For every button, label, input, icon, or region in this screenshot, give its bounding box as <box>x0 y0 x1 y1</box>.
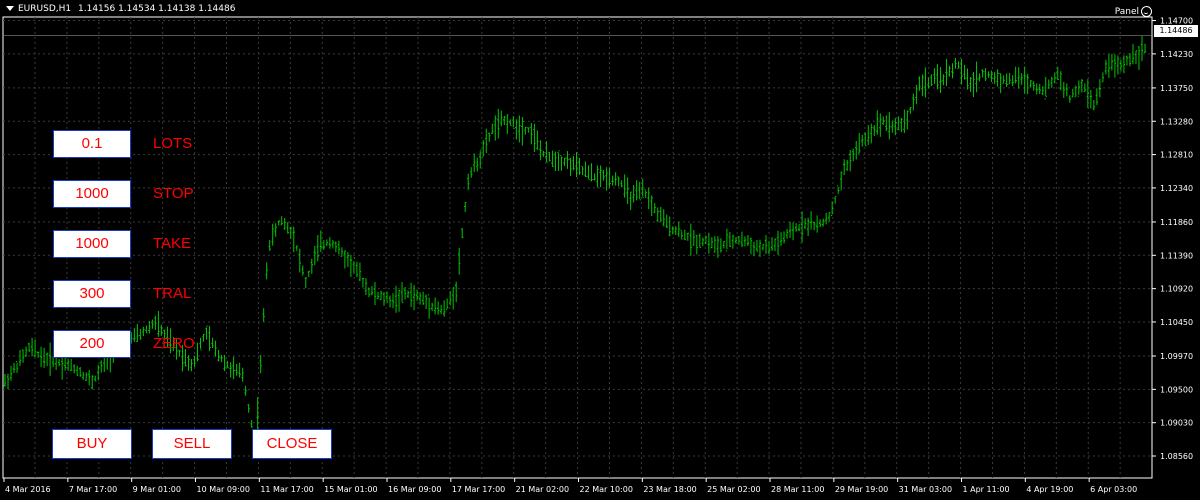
y-tick-label: 1.10920 <box>1160 285 1193 294</box>
current-price-marker: 1.14486 <box>1154 25 1198 37</box>
smiley-icon <box>1141 6 1152 17</box>
take-input[interactable]: 1000 <box>53 230 131 258</box>
lots-label: LOTS <box>153 135 193 152</box>
panel-indicator[interactable]: Panel <box>1115 6 1152 17</box>
x-tick-label: 6 Apr 03:00 <box>1090 485 1137 494</box>
x-tick-label: 21 Mar 02:00 <box>516 485 569 494</box>
collapse-triangle-icon[interactable] <box>6 6 14 11</box>
stop-label: STOP <box>153 185 194 202</box>
x-tick-label: 1 Apr 11:00 <box>963 485 1010 494</box>
x-tick-label: 25 Mar 02:00 <box>707 485 760 494</box>
lots-input[interactable]: 0.1 <box>53 130 131 158</box>
y-tick-label: 1.14230 <box>1160 50 1193 59</box>
x-tick-label: 28 Mar 11:00 <box>771 485 824 494</box>
x-tick-label: 29 Mar 19:00 <box>835 485 888 494</box>
zero-label: ZERO <box>153 335 195 352</box>
y-tick-label: 1.11390 <box>1160 251 1193 260</box>
x-tick-label: 31 Mar 03:00 <box>899 485 952 494</box>
x-tick-label: 16 Mar 09:00 <box>388 485 441 494</box>
ohlc-values: 1.14156 1.14534 1.14138 1.14486 <box>78 4 236 14</box>
y-tick-label: 1.12340 <box>1160 184 1193 193</box>
y-tick-label: 1.10450 <box>1160 318 1193 327</box>
x-tick-label: 17 Mar 17:00 <box>452 485 505 494</box>
tral-input[interactable]: 300 <box>53 280 131 308</box>
take-label: TAKE <box>153 235 192 252</box>
tral-label: TRAL <box>153 285 192 302</box>
x-tick-label: 22 Mar 10:00 <box>580 485 633 494</box>
x-tick-label: 15 Mar 01:00 <box>324 485 377 494</box>
buy-button[interactable]: BUY <box>52 429 132 459</box>
close-button[interactable]: CLOSE <box>252 429 332 459</box>
x-tick-label: 7 Mar 17:00 <box>69 485 117 494</box>
y-tick-label: 1.09030 <box>1160 419 1193 428</box>
panel-label: Panel <box>1114 6 1139 17</box>
y-tick-label: 1.13280 <box>1160 117 1193 126</box>
y-tick-label: 1.12810 <box>1160 151 1193 160</box>
chart-header: EURUSD,H1 1.14156 1.14534 1.14138 1.1448… <box>6 4 235 14</box>
y-tick-label: 1.09500 <box>1160 385 1193 394</box>
stop-input[interactable]: 1000 <box>53 180 131 208</box>
y-tick-label: 1.11860 <box>1160 218 1193 227</box>
x-tick-label: 9 Mar 01:00 <box>133 485 181 494</box>
zero-input[interactable]: 200 <box>53 330 131 358</box>
x-tick-label: 23 Mar 18:00 <box>643 485 696 494</box>
x-tick-label: 4 Mar 2016 <box>5 485 51 494</box>
x-tick-label: 10 Mar 09:00 <box>197 485 250 494</box>
y-tick-label: 1.09970 <box>1160 352 1193 361</box>
y-tick-label: 1.08560 <box>1160 452 1193 461</box>
x-tick-label: 4 Apr 19:00 <box>1026 485 1073 494</box>
x-tick-label: 11 Mar 17:00 <box>260 485 313 494</box>
sell-button[interactable]: SELL <box>152 429 232 459</box>
symbol-label: EURUSD,H1 <box>18 4 72 14</box>
y-tick-label: 1.13750 <box>1160 84 1193 93</box>
